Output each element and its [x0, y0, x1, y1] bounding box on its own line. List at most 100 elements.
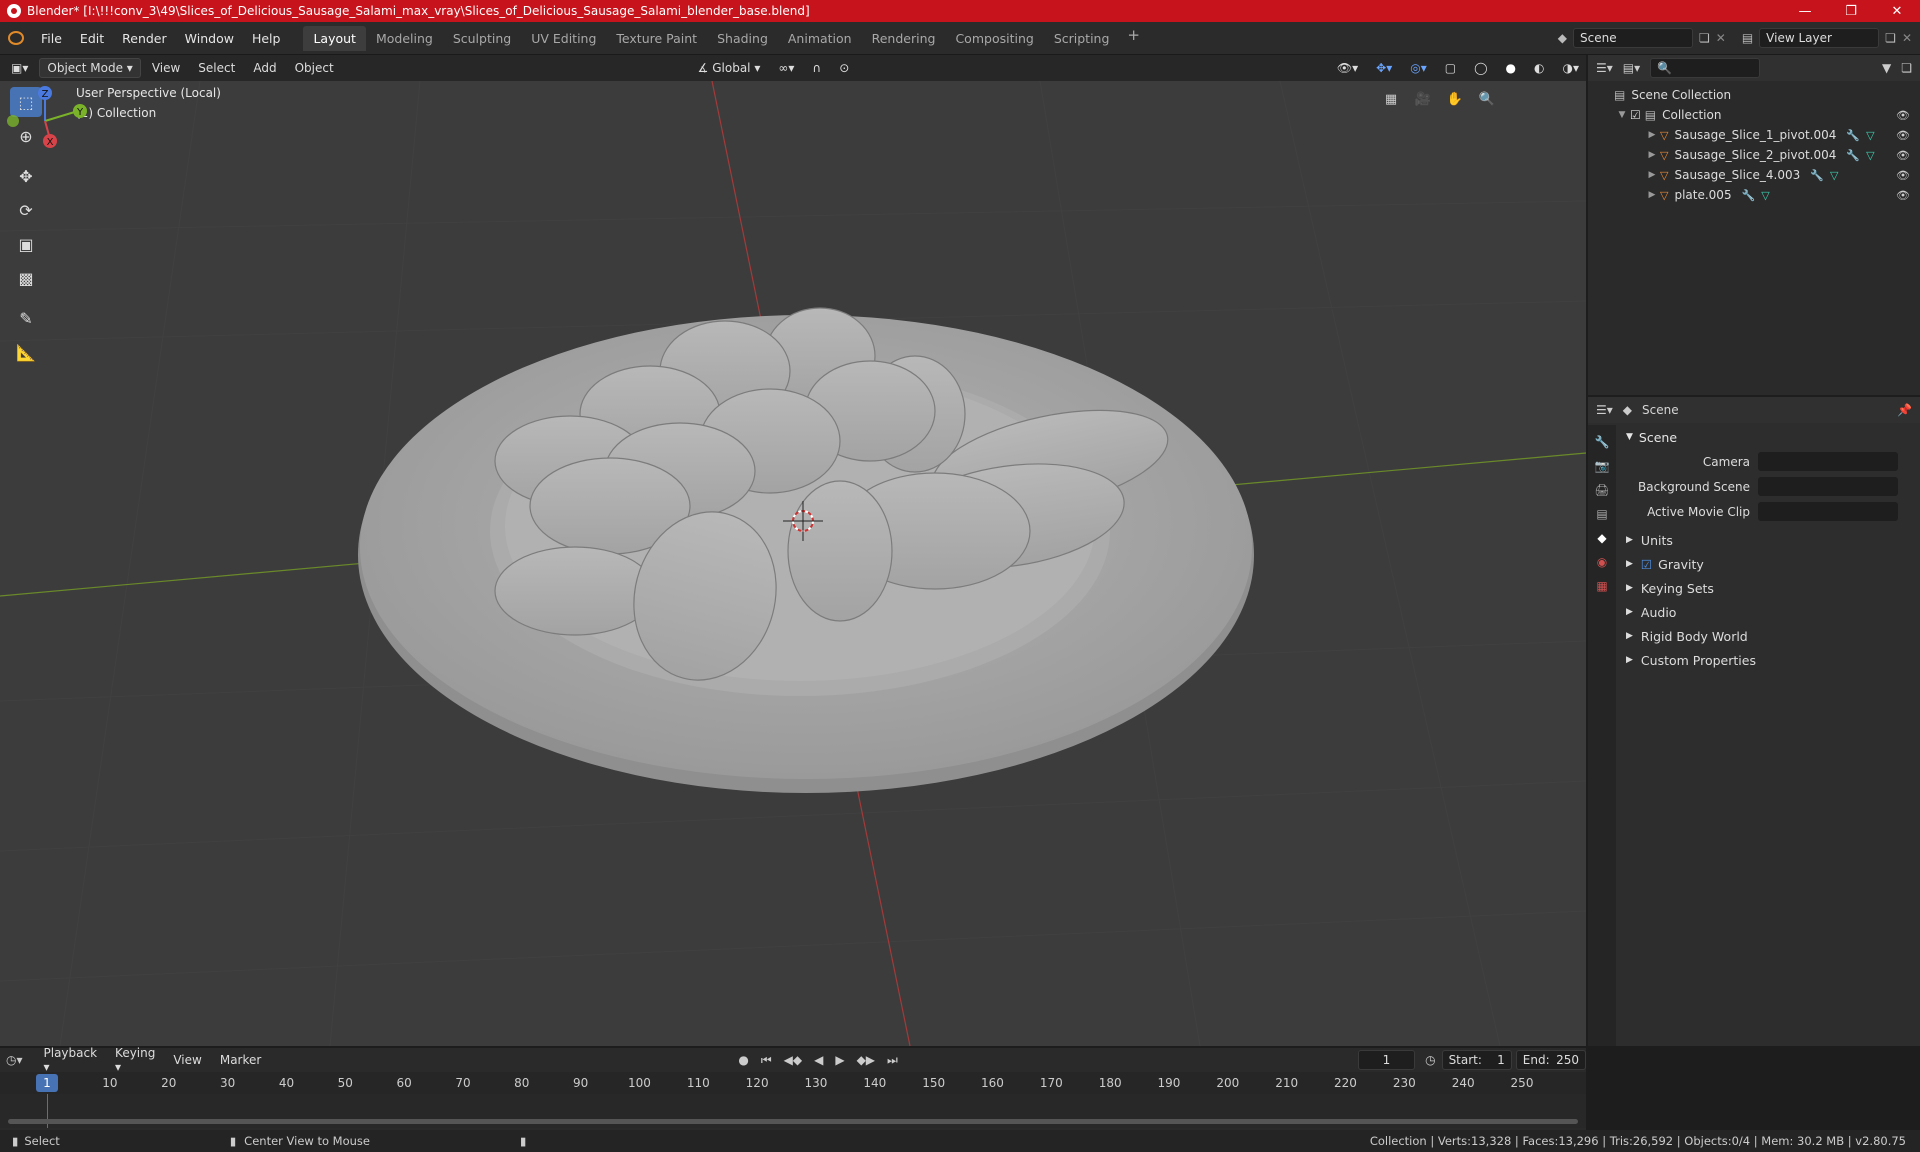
outliner-row-object[interactable]: ▶ ▽ Sausage_Slice_4.003 🔧 ▽ 👁	[1588, 165, 1920, 185]
tab-modeling[interactable]: Modeling	[366, 26, 443, 51]
timeline-ruler[interactable]: 1 10 20 30 40 50 60 70 80 90 100 110 120 130 140 150 16…	[0, 1072, 1586, 1094]
menu-window[interactable]: Window	[176, 31, 243, 46]
add-menu[interactable]: Add	[246, 59, 283, 77]
current-frame-indicator[interactable]: 1	[36, 1074, 58, 1092]
scene-panel-header[interactable]: ▼ Scene	[1618, 425, 1920, 449]
mesh-data-icon[interactable]: ▽	[1830, 169, 1838, 182]
mesh-data-icon[interactable]: ▽	[1761, 189, 1769, 202]
tab-compositing[interactable]: Compositing	[945, 26, 1043, 51]
world-tab-icon[interactable]: ◉	[1597, 555, 1607, 569]
render-tab-icon[interactable]: 📷	[1595, 459, 1610, 473]
new-scene-icon[interactable]: ❏	[1699, 31, 1710, 45]
camera-view-icon[interactable]: 🎥	[1410, 86, 1436, 112]
subpanel-rigid-body-world[interactable]: ▶ Rigid Body World	[1618, 624, 1920, 648]
output-tab-icon[interactable]: 🖨	[1594, 483, 1609, 497]
tab-animation[interactable]: Animation	[778, 26, 862, 51]
marker-menu[interactable]: Marker	[213, 1051, 268, 1069]
annotate-tool-icon[interactable]: ✎	[10, 303, 42, 333]
expand-arrow-icon[interactable]: ▶	[1644, 170, 1660, 180]
tab-layout[interactable]: Layout	[303, 25, 366, 51]
outliner-editor-icon[interactable]: ☰▾	[1596, 61, 1613, 75]
rendered-shading-icon[interactable]: ◑▾	[1556, 59, 1587, 77]
transform-tool-icon[interactable]: ▩	[10, 263, 42, 293]
gravity-checkbox-icon[interactable]: ☑	[1641, 557, 1652, 572]
mode-select[interactable]: Object Mode ▾	[39, 58, 141, 78]
solid-shading-icon[interactable]: ●	[1499, 59, 1523, 77]
next-keyframe-icon[interactable]: ◆▶	[857, 1053, 875, 1068]
properties-editor-icon[interactable]: ☰▾	[1596, 403, 1613, 417]
object-menu[interactable]: Object	[288, 59, 341, 77]
record-icon[interactable]: ●	[738, 1053, 748, 1068]
modifier-wrench-icon[interactable]: 🔧	[1742, 189, 1756, 202]
timeline-scrollbar[interactable]	[8, 1119, 1578, 1124]
menu-edit[interactable]: Edit	[71, 31, 113, 46]
play-reverse-icon[interactable]: ◀	[814, 1053, 823, 1068]
maximize-icon[interactable]: ❐	[1828, 0, 1874, 22]
scene-tab-icon[interactable]: ◆	[1597, 531, 1606, 545]
prev-keyframe-icon[interactable]: ◀◆	[784, 1053, 802, 1068]
select-menu[interactable]: Select	[191, 59, 242, 77]
zoom-icon[interactable]: 🔍	[1474, 86, 1500, 112]
tab-uv-editing[interactable]: UV Editing	[521, 26, 606, 51]
outliner-row-object[interactable]: ▶ ▽ Sausage_Slice_2_pivot.004 🔧 ▽ 👁	[1588, 145, 1920, 165]
delete-view-layer-icon[interactable]: ✕	[1902, 31, 1912, 45]
timeline-editor-icon[interactable]: ◷▾	[6, 1053, 23, 1067]
modifier-wrench-icon[interactable]: 🔧	[1846, 129, 1860, 142]
subpanel-keying-sets[interactable]: ▶ Keying Sets	[1618, 576, 1920, 600]
outliner-row-object[interactable]: ▶ ▽ Sausage_Slice_1_pivot.004 🔧 ▽ 👁	[1588, 125, 1920, 145]
jump-start-icon[interactable]: ⏮	[761, 1053, 772, 1068]
outliner-search-input[interactable]: 🔍	[1650, 58, 1761, 78]
mesh-data-icon[interactable]: ▽	[1866, 129, 1874, 142]
modifier-wrench-icon[interactable]: 🔧	[1846, 149, 1860, 162]
display-mode-icon[interactable]: ▤▾	[1623, 61, 1640, 75]
move-tool-icon[interactable]: ✥	[10, 161, 42, 191]
filter-icon[interactable]: ▼	[1882, 61, 1891, 75]
proportional-edit-icon[interactable]: ⊙	[832, 59, 856, 77]
view-layer-icon[interactable]: ▤	[1742, 31, 1753, 45]
expand-arrow-icon[interactable]: ▼	[1614, 110, 1630, 120]
expand-arrow-icon[interactable]: ▶	[1644, 130, 1660, 140]
jump-end-icon[interactable]: ⏭	[887, 1053, 898, 1068]
3d-viewport[interactable]: User Perspective (Local) (1) Collection …	[0, 81, 1586, 1046]
new-view-layer-icon[interactable]: ❏	[1885, 31, 1896, 45]
eye-icon[interactable]: 👁	[1896, 169, 1910, 182]
timeline-track[interactable]	[0, 1094, 1586, 1128]
current-frame-field[interactable]: 1	[1357, 1050, 1416, 1070]
expand-arrow-icon[interactable]: ▶	[1644, 150, 1660, 160]
tab-sculpting[interactable]: Sculpting	[443, 26, 521, 51]
close-icon[interactable]: ✕	[1874, 0, 1920, 22]
overlay-toggle-icon[interactable]: ◎▾	[1403, 59, 1434, 77]
navigation-gizmo[interactable]: Z Y X	[0, 81, 90, 161]
outliner-row-scene-collection[interactable]: ▤ Scene Collection	[1588, 85, 1920, 105]
texture-tab-icon[interactable]: ▦	[1596, 579, 1607, 593]
subpanel-audio[interactable]: ▶ Audio	[1618, 600, 1920, 624]
subpanel-custom-properties[interactable]: ▶ Custom Properties	[1618, 648, 1920, 672]
grid-view-icon[interactable]: ▦	[1378, 86, 1404, 112]
eye-icon[interactable]: 👁	[1896, 189, 1910, 202]
pivot-icon[interactable]: ∞▾	[771, 59, 801, 77]
tab-scripting[interactable]: Scripting	[1044, 26, 1120, 51]
minimize-icon[interactable]: —	[1782, 0, 1828, 22]
eye-icon[interactable]: 👁	[1896, 149, 1910, 162]
scale-tool-icon[interactable]: ▣	[10, 229, 42, 259]
modifier-wrench-icon[interactable]: 🔧	[1810, 169, 1824, 182]
background-scene-field[interactable]	[1758, 477, 1898, 496]
new-collection-icon[interactable]: ❏	[1901, 61, 1912, 75]
end-frame-field[interactable]: End: 250	[1515, 1050, 1586, 1070]
timeline-view-menu[interactable]: View	[166, 1051, 208, 1069]
menu-file[interactable]: File	[32, 31, 71, 46]
camera-field[interactable]	[1758, 452, 1898, 471]
view-layer-tab-icon[interactable]: ▤	[1596, 507, 1607, 521]
scene-icon[interactable]: ◆	[1558, 31, 1567, 45]
scene-name-field[interactable]: Scene	[1573, 28, 1693, 48]
eye-icon[interactable]: 👁	[1896, 109, 1910, 122]
subpanel-gravity[interactable]: ▶ ☑ Gravity	[1618, 552, 1920, 576]
visibility-icon[interactable]: 👁▾	[1330, 59, 1365, 77]
mesh-data-icon[interactable]: ▽	[1866, 149, 1874, 162]
subpanel-units[interactable]: ▶ Units	[1618, 528, 1920, 552]
tab-shading[interactable]: Shading	[707, 26, 778, 51]
clock-icon[interactable]: ◷	[1425, 1053, 1435, 1067]
start-frame-field[interactable]: Start: 1	[1441, 1050, 1512, 1070]
checkbox-icon[interactable]: ☑	[1630, 108, 1641, 122]
editor-type-icon[interactable]: ▣▾	[4, 59, 35, 77]
